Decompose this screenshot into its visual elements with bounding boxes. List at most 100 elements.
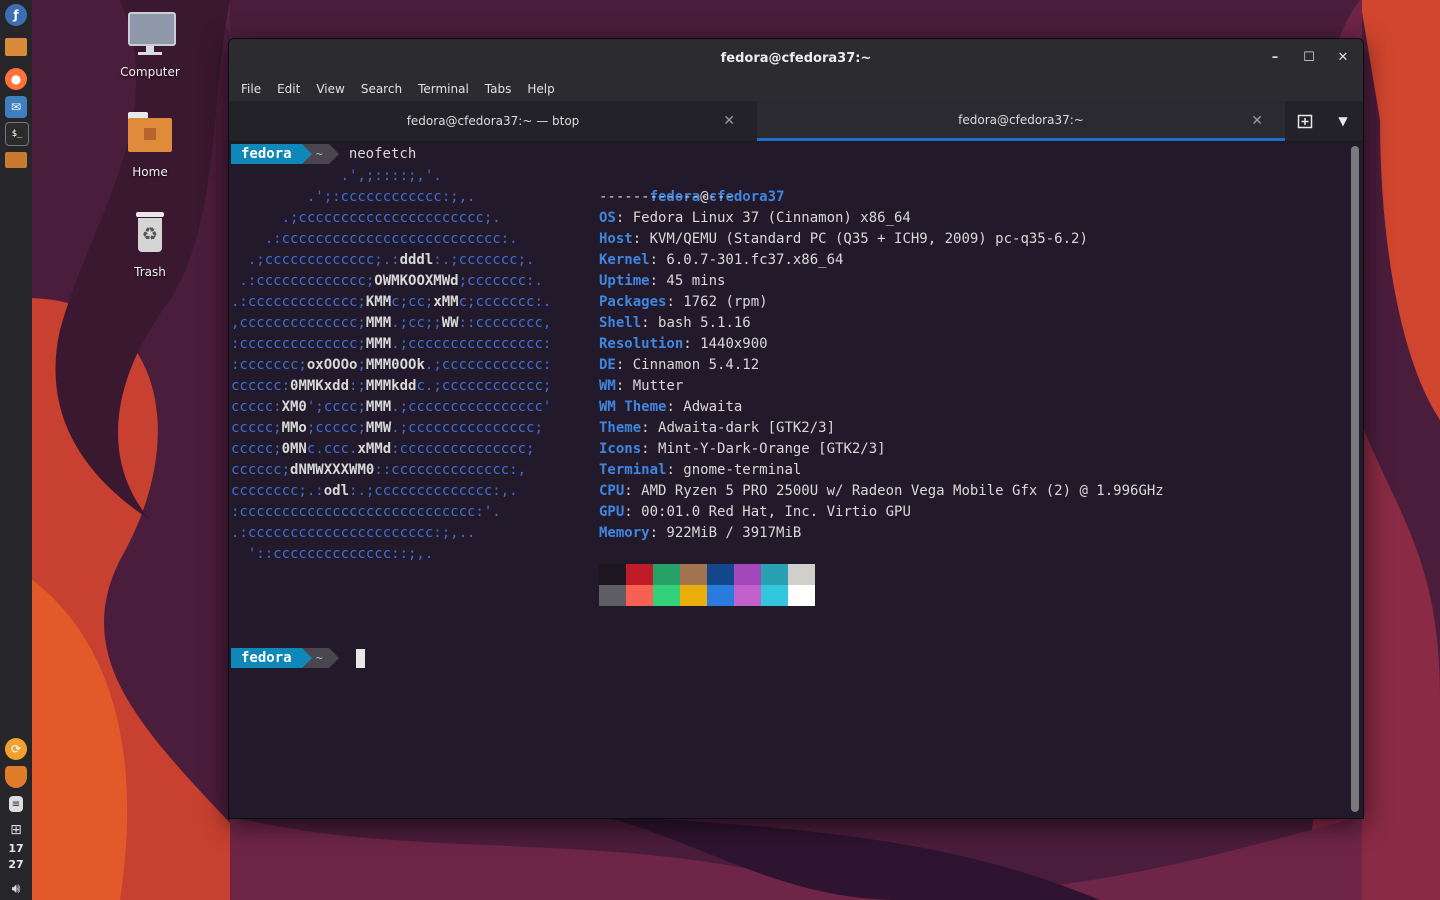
info-line: Icons: Mint-Y-Dark-Orange [GTK2/3] [599,439,886,460]
color-swatch [761,564,788,585]
info-key: Host [599,231,633,247]
tab-close-icon[interactable]: ✕ [723,113,735,129]
logo-line: ccccc;0MNc.ccc.xMMd:ccccccccccccccc; [231,441,535,457]
menu-search[interactable]: Search [353,82,410,96]
info-value: : bash 5.1.16 [641,315,751,331]
logo-line: cccccc;dNMWXXXWM0::cccccccccccccc:, [231,462,527,478]
window-titlebar[interactable]: fedora@cfedora37:~ – ☐ ✕ [229,39,1363,77]
info-key: CPU [599,483,625,499]
scrollbar[interactable] [1351,146,1359,812]
info-value: : Mint-Y-Dark-Orange [GTK2/3] [641,441,886,457]
menu-help[interactable]: Help [519,82,562,96]
files-icon[interactable] [5,38,27,56]
new-tab-icon[interactable] [1286,101,1324,141]
info-line: Kernel: 6.0.7-301.fc37.x86_64 [599,250,843,271]
info-value: : 6.0.7-301.fc37.x86_64 [649,252,844,268]
logo-line: :cccccccccccccc;MMM.;cccccccccccccccc: [231,336,552,352]
logo-line: .:cccccccccccccccccccccccccc:. [231,231,518,247]
info-line: OS: Fedora Linux 37 (Cinnamon) x86_64 [599,208,911,229]
desktop-icon-home[interactable]: Home [100,110,200,179]
menu-edit[interactable]: Edit [269,82,308,96]
clock-minute: 27 [8,858,24,871]
info-key: Uptime [599,273,650,289]
logo-line: :cccccccccccccccccccccccccccc:'. [231,504,501,520]
tab-bar: fedora@cfedora37:~ — btop ✕ fedora@cfedo… [229,101,1363,142]
text-cursor [356,649,365,668]
color-swatch [788,585,815,606]
shield-icon[interactable] [5,766,27,788]
info-key: Resolution [599,336,684,352]
color-swatch [734,585,761,606]
info-line: WM: Mutter [599,376,683,397]
color-swatch [680,564,707,585]
menu-terminal[interactable]: Terminal [410,82,477,96]
desktop-icon-computer[interactable]: Computer [100,10,200,79]
info-value: : Mutter [615,378,684,394]
color-swatch [707,564,734,585]
terminal-icon[interactable]: $_ [5,122,29,146]
tab-shell[interactable]: fedora@cfedora37:~ ✕ [757,101,1285,141]
logo-line: .;ccccccccccccc;.:dddl:.;ccccccc;. [231,252,535,268]
info-line: WM Theme: Adwaita [599,397,742,418]
menu-file[interactable]: File [233,82,269,96]
logo-line: ,cccccccccccccc;MMM.;cc;;WW::cccccccc, [231,315,552,331]
color-swatch [599,564,626,585]
color-swatch [626,585,653,606]
desktop-icon-label: Computer [120,65,180,79]
prompt-dir: ~ [311,144,329,164]
info-value: : Adwaita-dark [GTK2/3] [641,420,836,436]
color-swatch [653,564,680,585]
info-value: : 00:01.0 Red Hat, Inc. Virtio GPU [624,504,911,520]
color-swatch [707,585,734,606]
info-value: : 45 mins [649,273,726,289]
color-swatch [599,585,626,606]
tab-menu-chevron-down-icon[interactable]: ▼ [1324,101,1362,141]
minimize-icon[interactable]: – [1266,49,1284,67]
window-title: fedora@cfedora37:~ [720,50,872,66]
maximize-icon[interactable]: ☐ [1300,49,1318,67]
info-line: GPU: 00:01.0 Red Hat, Inc. Virtio GPU [599,502,911,523]
info-value: : 922MiB / 3917MiB [649,525,802,541]
info-value: : KVM/QEMU (Standard PC (Q35 + ICH9, 200… [632,231,1088,247]
info-value: : gnome-terminal [666,462,802,478]
tab-label: fedora@cfedora37:~ [958,112,1084,127]
network-icon[interactable]: ⊞ [5,819,27,841]
panel-clock[interactable]: 17 27 [0,841,32,873]
desktop-icon-trash[interactable]: ♻︎ Trash [100,210,200,279]
trash-icon: ♻︎ [124,210,176,262]
shell-prompt: fedora ~ [231,648,339,668]
menu-tabs[interactable]: Tabs [477,82,520,96]
tab-btop[interactable]: fedora@cfedora37:~ — btop ✕ [229,101,757,141]
info-line: Memory: 922MiB / 3917MiB [599,523,801,544]
desktop-icon-label: Trash [134,265,166,279]
logo-line: .:ccccccccccccc;KMMc;cc;xMMc;ccccccc:. [231,294,552,310]
volume-icon[interactable]: 🔊︎ [5,878,27,900]
info-line: Theme: Adwaita-dark [GTK2/3] [599,418,835,439]
logo-line: .;cccccccccccccccccccccc;. [231,210,501,226]
info-key: OS [599,210,616,226]
prompt-user: fedora [231,648,302,668]
tab-close-icon[interactable]: ✕ [1251,113,1263,129]
folder-icon[interactable] [5,152,27,168]
info-line: Host: KVM/QEMU (Standard PC (Q35 + ICH9,… [599,229,1088,250]
color-swatch [788,564,815,585]
info-value: : Cinnamon 5.4.12 [615,357,760,373]
mail-icon[interactable]: ✉ [5,96,27,118]
close-icon[interactable]: ✕ [1334,49,1352,67]
shell-prompt: fedora ~ neofetch [231,144,416,164]
color-swatch [761,585,788,606]
clock-hour: 17 [8,842,24,855]
firefox-icon[interactable]: ● [5,68,27,90]
info-key: Terminal [599,462,667,478]
info-key: Icons [599,441,642,457]
logo-line: ccccc;MMo;ccccc;MMW.;ccccccccccccccc; [231,420,543,436]
logo-line: ccccc:XM0';cccc;MMM.;cccccccccccccccc' [231,399,552,415]
notes-icon[interactable]: ≡ [9,796,23,812]
fedora-menu-icon[interactable]: ƒ [5,4,27,26]
update-manager-icon[interactable]: ⟳ [5,738,27,760]
terminal-content[interactable]: fedora ~ neofetch .',;::::;,'. .';:ccccc… [229,142,1363,818]
info-key: Kernel [599,252,650,268]
menu-view[interactable]: View [308,82,352,96]
info-key: Shell [599,315,642,331]
prompt-user: fedora [231,144,302,164]
